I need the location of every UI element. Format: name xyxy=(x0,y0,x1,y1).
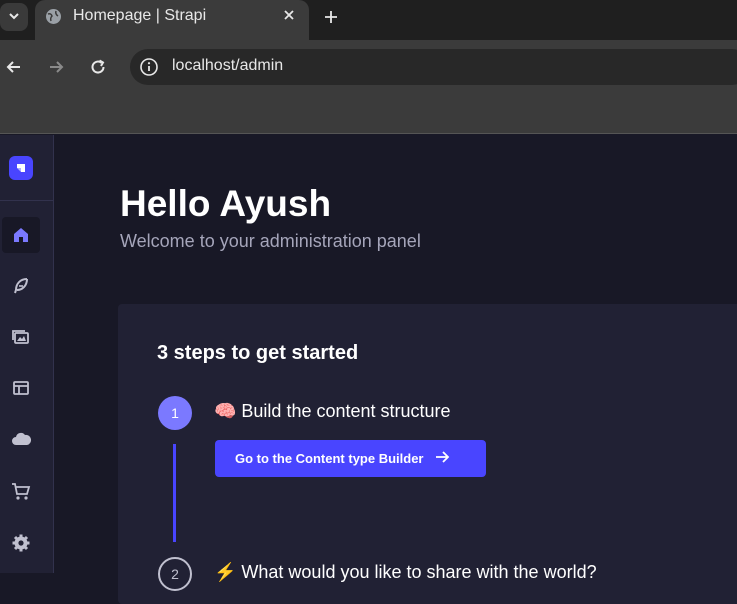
step-1-badge: 1 xyxy=(158,396,192,430)
strapi-logo-icon[interactable] xyxy=(9,156,33,180)
content-type-builder-button[interactable]: Go to the Content type Builder xyxy=(215,440,486,477)
close-icon[interactable] xyxy=(280,6,298,24)
nav-item-settings[interactable] xyxy=(2,525,40,561)
nav-item-media-library[interactable] xyxy=(2,319,40,355)
arrow-right-icon xyxy=(434,449,450,469)
card-title: 3 steps to get started xyxy=(157,342,359,364)
step-connector xyxy=(173,444,176,542)
reload-button[interactable] xyxy=(86,55,110,79)
chevron-down-icon xyxy=(7,8,21,27)
logo-area xyxy=(0,135,53,201)
plus-icon xyxy=(325,11,337,23)
tab-search-button[interactable] xyxy=(0,3,28,31)
bookmark-bar xyxy=(0,94,737,134)
info-icon[interactable] xyxy=(139,57,159,77)
nav-item-marketplace[interactable] xyxy=(2,473,40,509)
get-started-card: 3 steps to get started 1 🧠 Build the con… xyxy=(118,304,737,604)
nav-item-content-type-builder[interactable] xyxy=(2,370,40,406)
main-nav xyxy=(0,135,54,573)
browser-toolbar: localhost/admin xyxy=(0,40,737,94)
tab-title: Homepage | Strapi xyxy=(73,7,207,24)
feather-icon xyxy=(14,278,28,294)
strapi-app: Hello Ayush Welcome to your administrati… xyxy=(0,135,737,604)
cta-label: Go to the Content type Builder xyxy=(235,451,424,466)
nav-item-home[interactable] xyxy=(2,217,40,253)
address-bar[interactable]: localhost/admin xyxy=(130,49,737,85)
page-title: Hello Ayush xyxy=(120,183,332,224)
forward-button[interactable] xyxy=(44,55,68,79)
images-icon xyxy=(12,330,29,344)
home-icon xyxy=(14,228,28,242)
reload-icon xyxy=(91,59,105,74)
step-1-title: 🧠 Build the content structure xyxy=(214,401,451,421)
cloud-icon xyxy=(12,432,32,445)
arrow-right-icon xyxy=(50,61,64,73)
new-tab-button[interactable] xyxy=(320,6,342,28)
arrow-left-icon xyxy=(6,61,20,73)
step-2-badge: 2 xyxy=(158,557,192,591)
gear-icon xyxy=(12,534,30,552)
cart-icon xyxy=(12,483,31,500)
browser-tabstrip: Homepage | Strapi xyxy=(0,0,737,40)
page-subtitle: Welcome to your administration panel xyxy=(120,231,421,251)
nav-item-cloud[interactable] xyxy=(2,421,40,457)
layout-icon xyxy=(13,381,29,395)
browser-tab[interactable]: Homepage | Strapi xyxy=(35,0,309,40)
nav-item-content-manager[interactable] xyxy=(2,268,40,304)
homepage-main: Hello Ayush Welcome to your administrati… xyxy=(54,135,737,604)
globe-icon xyxy=(45,8,62,25)
back-button[interactable] xyxy=(2,55,26,79)
url-text[interactable]: localhost/admin xyxy=(172,57,283,75)
